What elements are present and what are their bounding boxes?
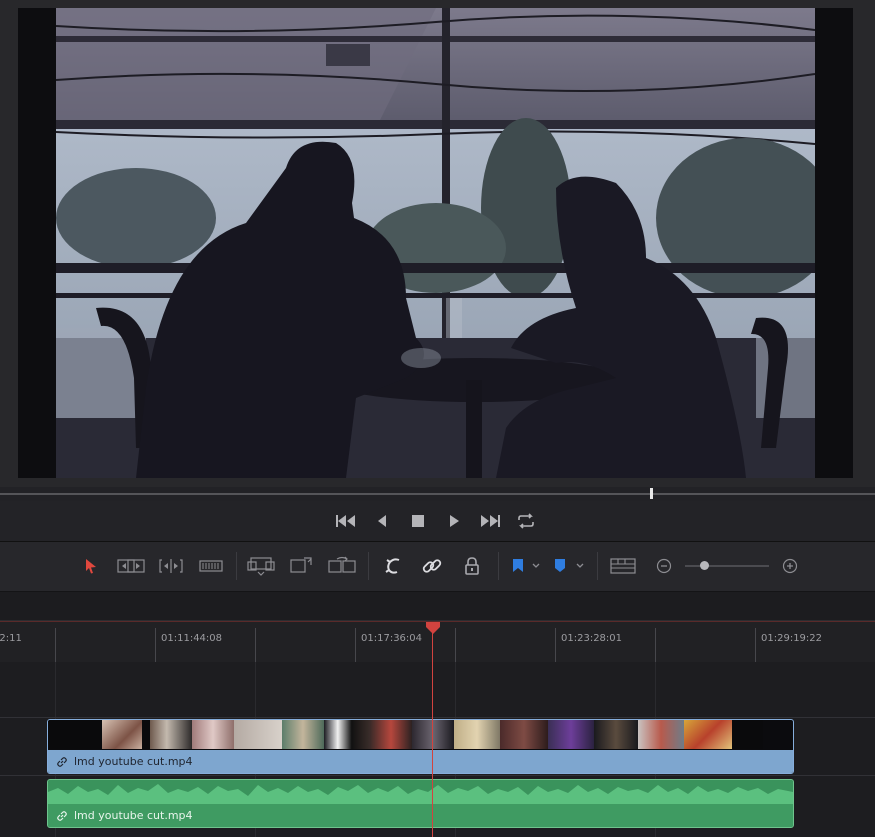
clip-thumbnail bbox=[454, 720, 500, 749]
ruler-timecode-label: 01:29:19:22 bbox=[761, 633, 823, 644]
viewer-scrub-bar[interactable] bbox=[0, 487, 875, 501]
audio-clip-name: lmd youtube cut.mp4 bbox=[74, 809, 193, 822]
clip-thumbnail bbox=[548, 720, 594, 749]
video-clip[interactable]: lmd youtube cut.mp4 bbox=[47, 719, 794, 774]
toolbar-separator bbox=[368, 552, 369, 580]
timeline-view-options-icon[interactable] bbox=[609, 554, 637, 578]
stop-icon[interactable] bbox=[407, 511, 429, 531]
audio-waveform bbox=[48, 780, 793, 804]
skip-to-end-icon[interactable] bbox=[479, 511, 501, 531]
toolbar-separator bbox=[597, 552, 598, 580]
zoom-slider-handle[interactable] bbox=[700, 561, 709, 570]
scrub-track bbox=[0, 493, 875, 495]
clip-thumbnail bbox=[142, 720, 150, 749]
transport-controls bbox=[0, 501, 875, 542]
video-frame-letterbox bbox=[18, 8, 853, 478]
marker-icon[interactable] bbox=[552, 554, 588, 578]
ruler-timecode-label: 01:17:36:04 bbox=[361, 633, 423, 644]
linked-selection-icon[interactable] bbox=[421, 554, 443, 578]
ruler-tick bbox=[555, 628, 556, 662]
clip-thumbnail bbox=[638, 720, 684, 749]
zoom-out-icon[interactable] bbox=[655, 554, 673, 578]
ruler-timecode-label: 01:11:44:08 bbox=[161, 633, 223, 644]
zoom-in-icon[interactable] bbox=[781, 554, 799, 578]
video-clip-name: lmd youtube cut.mp4 bbox=[74, 755, 193, 768]
step-back-icon[interactable] bbox=[371, 511, 393, 531]
clip-thumbnail bbox=[48, 720, 102, 749]
insert-clip-icon[interactable] bbox=[246, 554, 278, 578]
timeline-tracks-area[interactable]: lmd youtube cut.mp4 lmd youtube cut.mp4 bbox=[0, 662, 875, 837]
ruler-tick bbox=[55, 628, 56, 662]
clip-thumbnail bbox=[412, 720, 454, 749]
viewer-panel bbox=[0, 0, 875, 487]
clip-thumbnail bbox=[370, 720, 412, 749]
toolbar-separator bbox=[498, 552, 499, 580]
play-icon[interactable] bbox=[443, 511, 465, 531]
timeline-playhead-line bbox=[432, 632, 433, 837]
audio-clip[interactable]: lmd youtube cut.mp4 bbox=[47, 779, 794, 828]
skip-to-start-icon[interactable] bbox=[335, 511, 357, 531]
ruler-timecode-label: 01:23:28:01 bbox=[561, 633, 623, 644]
ruler-timecode-label: :2:11 bbox=[0, 633, 22, 644]
clip-thumbnail bbox=[324, 720, 370, 749]
clip-thumbnails bbox=[48, 720, 793, 749]
blade-tool-icon[interactable] bbox=[198, 554, 224, 578]
clip-thumbnail bbox=[234, 720, 282, 749]
clip-thumbnail bbox=[102, 720, 142, 749]
scrub-playhead[interactable] bbox=[650, 488, 653, 499]
timeline-header-strip bbox=[0, 592, 875, 621]
clip-thumbnail bbox=[192, 720, 234, 749]
replace-clip-icon[interactable] bbox=[326, 554, 358, 578]
position-lock-icon[interactable] bbox=[461, 554, 483, 578]
snapping-icon[interactable] bbox=[383, 554, 405, 578]
ruler-tick bbox=[355, 628, 356, 662]
dynamic-trim-icon[interactable] bbox=[157, 554, 185, 578]
loop-icon[interactable] bbox=[515, 511, 537, 531]
clip-thumbnail bbox=[684, 720, 732, 749]
flag-icon[interactable] bbox=[509, 554, 543, 578]
clip-thumbnail bbox=[282, 720, 324, 749]
selection-pointer-icon[interactable] bbox=[82, 554, 100, 578]
audio-clip-label-bar: lmd youtube cut.mp4 bbox=[48, 804, 793, 827]
trim-tool-icon[interactable] bbox=[116, 554, 146, 578]
ruler-tick bbox=[655, 628, 656, 662]
video-clip-label-bar: lmd youtube cut.mp4 bbox=[48, 750, 793, 773]
overwrite-clip-icon[interactable] bbox=[288, 554, 316, 578]
ruler-tick bbox=[455, 628, 456, 662]
clip-thumbnail bbox=[150, 720, 192, 749]
link-icon bbox=[56, 810, 68, 822]
timeline-toolbar bbox=[0, 542, 875, 592]
track-divider bbox=[0, 717, 875, 718]
clip-thumbnail bbox=[500, 720, 548, 749]
video-preview-frame[interactable] bbox=[56, 8, 815, 478]
clip-thumbnail bbox=[732, 720, 763, 749]
ruler-tick bbox=[255, 628, 256, 662]
track-divider bbox=[0, 775, 875, 776]
ruler-tick bbox=[755, 628, 756, 662]
clip-thumbnail bbox=[594, 720, 638, 749]
link-icon bbox=[56, 756, 68, 768]
ruler-tick bbox=[155, 628, 156, 662]
toolbar-separator bbox=[236, 552, 237, 580]
zoom-slider-track[interactable] bbox=[685, 565, 769, 567]
